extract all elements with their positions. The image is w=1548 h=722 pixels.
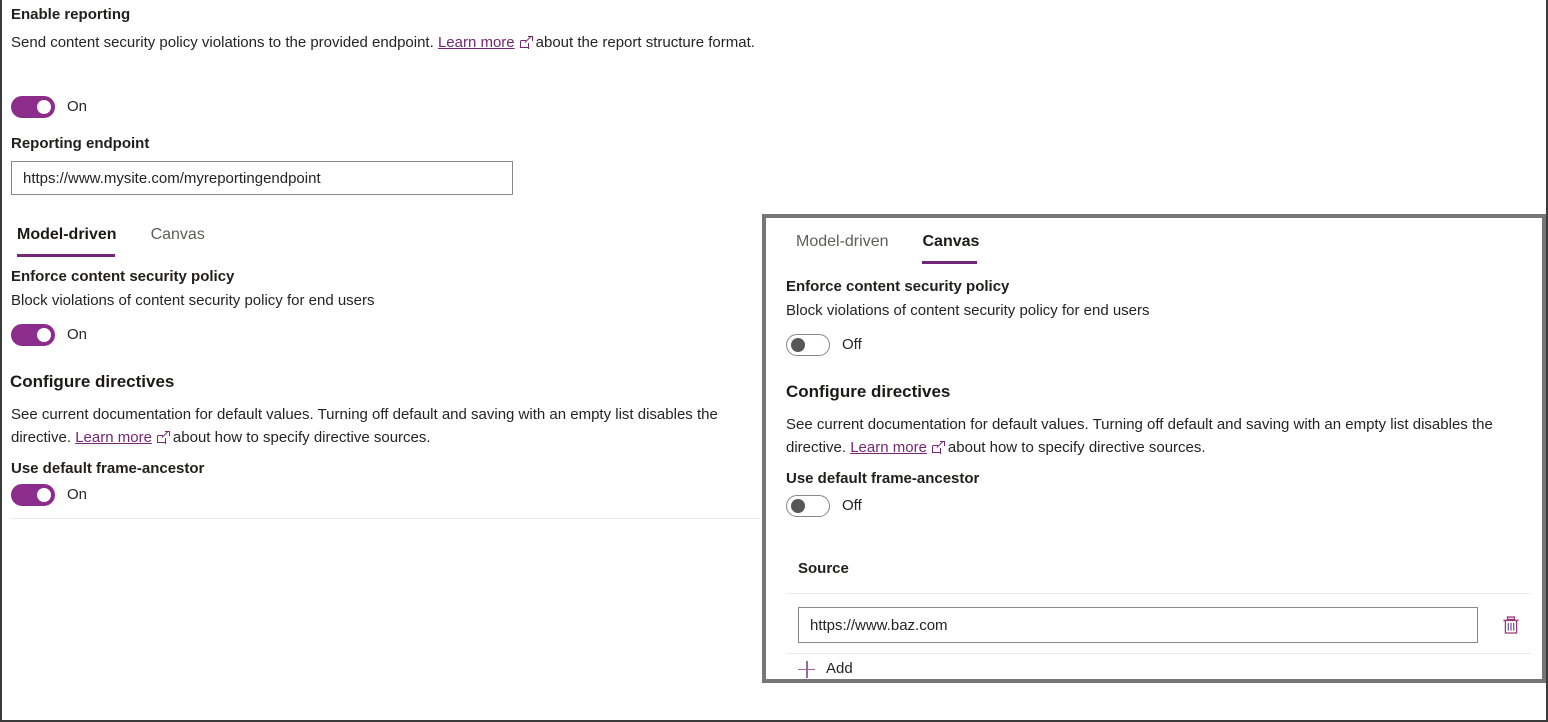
inset-frame-ancestor-toggle[interactable] bbox=[786, 495, 830, 517]
enable-reporting-learn-more-link[interactable]: Learn more bbox=[438, 34, 515, 51]
plus-icon bbox=[798, 661, 815, 678]
inset-frame-ancestor-toggle-knob bbox=[791, 499, 805, 513]
csp-settings-screenshot: Enable reporting Send content security p… bbox=[0, 0, 1548, 722]
frame-ancestor-label: Use default frame-ancestor bbox=[11, 459, 204, 479]
inset-configure-directives-learn-more-link[interactable]: Learn more bbox=[850, 439, 927, 456]
enable-reporting-description: Send content security policy violations … bbox=[11, 31, 759, 54]
tab-canvas-label: Canvas bbox=[151, 226, 205, 243]
inset-tab-model-driven[interactable]: Model-driven bbox=[796, 231, 888, 264]
inset-enforce-policy-toggle-state: Off bbox=[842, 335, 862, 355]
source-row bbox=[798, 607, 1531, 643]
enable-reporting-description-text-1: Send content security policy violations … bbox=[11, 34, 434, 51]
enforce-policy-toggle[interactable] bbox=[11, 324, 55, 346]
inset-configure-directives-heading: Configure directives bbox=[786, 380, 950, 404]
inset-configure-directives-description: See current documentation for default va… bbox=[786, 413, 1531, 459]
configure-directives-learn-more-link[interactable]: Learn more bbox=[75, 429, 152, 446]
inset-tab-canvas[interactable]: Canvas bbox=[922, 231, 979, 264]
tab-canvas[interactable]: Canvas bbox=[151, 224, 205, 257]
inset-frame-ancestor-toggle-row: Off bbox=[786, 495, 862, 517]
source-column-header: Source bbox=[798, 559, 849, 579]
inset-frame-ancestor-label: Use default frame-ancestor bbox=[786, 469, 979, 489]
tab-model-driven-label: Model-driven bbox=[17, 226, 117, 243]
tab-model-driven[interactable]: Model-driven bbox=[17, 224, 117, 257]
configure-directives-description-text-2: about how to specify directive sources. bbox=[173, 429, 431, 446]
inset-enforce-policy-description: Block violations of content security pol… bbox=[786, 299, 1150, 322]
enable-reporting-toggle[interactable] bbox=[11, 96, 55, 118]
frame-ancestor-toggle-row: On bbox=[11, 484, 87, 506]
inset-tab-canvas-label: Canvas bbox=[922, 233, 979, 250]
frame-ancestor-toggle-state: On bbox=[67, 485, 87, 505]
add-source-button[interactable]: Add bbox=[798, 659, 853, 679]
inset-enforce-policy-toggle-row: Off bbox=[786, 334, 862, 356]
enable-reporting-toggle-row: On bbox=[11, 96, 87, 118]
inset-enforce-policy-toggle[interactable] bbox=[786, 334, 830, 356]
inset-enforce-policy-toggle-knob bbox=[791, 338, 805, 352]
inset-tab-model-driven-label: Model-driven bbox=[796, 233, 888, 250]
enable-reporting-description-text-2: about the report structure format. bbox=[536, 34, 755, 51]
inset-enforce-policy-label: Enforce content security policy bbox=[786, 277, 1009, 297]
frame-ancestor-toggle[interactable] bbox=[11, 484, 55, 506]
configure-directives-heading: Configure directives bbox=[10, 370, 174, 394]
left-panel-tablist: Model-driven Canvas bbox=[17, 224, 239, 257]
external-link-icon bbox=[157, 431, 170, 443]
enable-reporting-toggle-state: On bbox=[67, 97, 87, 117]
inset-frame-ancestor-toggle-state: Off bbox=[842, 496, 862, 516]
inset-configure-directives-description-text-2: about how to specify directive sources. bbox=[948, 439, 1206, 456]
enforce-policy-toggle-knob bbox=[37, 328, 51, 342]
enforce-policy-description: Block violations of content security pol… bbox=[11, 289, 375, 312]
add-source-label: Add bbox=[826, 659, 853, 679]
source-input[interactable] bbox=[798, 607, 1478, 643]
frame-ancestor-toggle-knob bbox=[37, 488, 51, 502]
trash-icon bbox=[1502, 616, 1520, 635]
configure-directives-description: See current documentation for default va… bbox=[11, 403, 761, 449]
enforce-policy-toggle-state: On bbox=[67, 325, 87, 345]
enforce-policy-toggle-row: On bbox=[11, 324, 87, 346]
inset-panel-tablist: Model-driven Canvas bbox=[796, 231, 1013, 264]
base-settings-panel: Enable reporting Send content security p… bbox=[2, 0, 770, 722]
enable-reporting-label: Enable reporting bbox=[11, 5, 130, 25]
canvas-settings-callout-panel: Model-driven Canvas Enforce content secu… bbox=[762, 214, 1546, 683]
left-panel-divider bbox=[11, 518, 760, 519]
enforce-policy-label: Enforce content security policy bbox=[11, 267, 234, 287]
enable-reporting-toggle-knob bbox=[37, 100, 51, 114]
reporting-endpoint-label: Reporting endpoint bbox=[11, 134, 149, 154]
reporting-endpoint-input[interactable] bbox=[11, 161, 513, 195]
source-header-divider bbox=[786, 593, 1531, 594]
delete-source-button[interactable] bbox=[1496, 610, 1526, 640]
external-link-icon bbox=[520, 36, 533, 48]
external-link-icon bbox=[932, 441, 945, 453]
source-row-divider bbox=[786, 653, 1531, 654]
